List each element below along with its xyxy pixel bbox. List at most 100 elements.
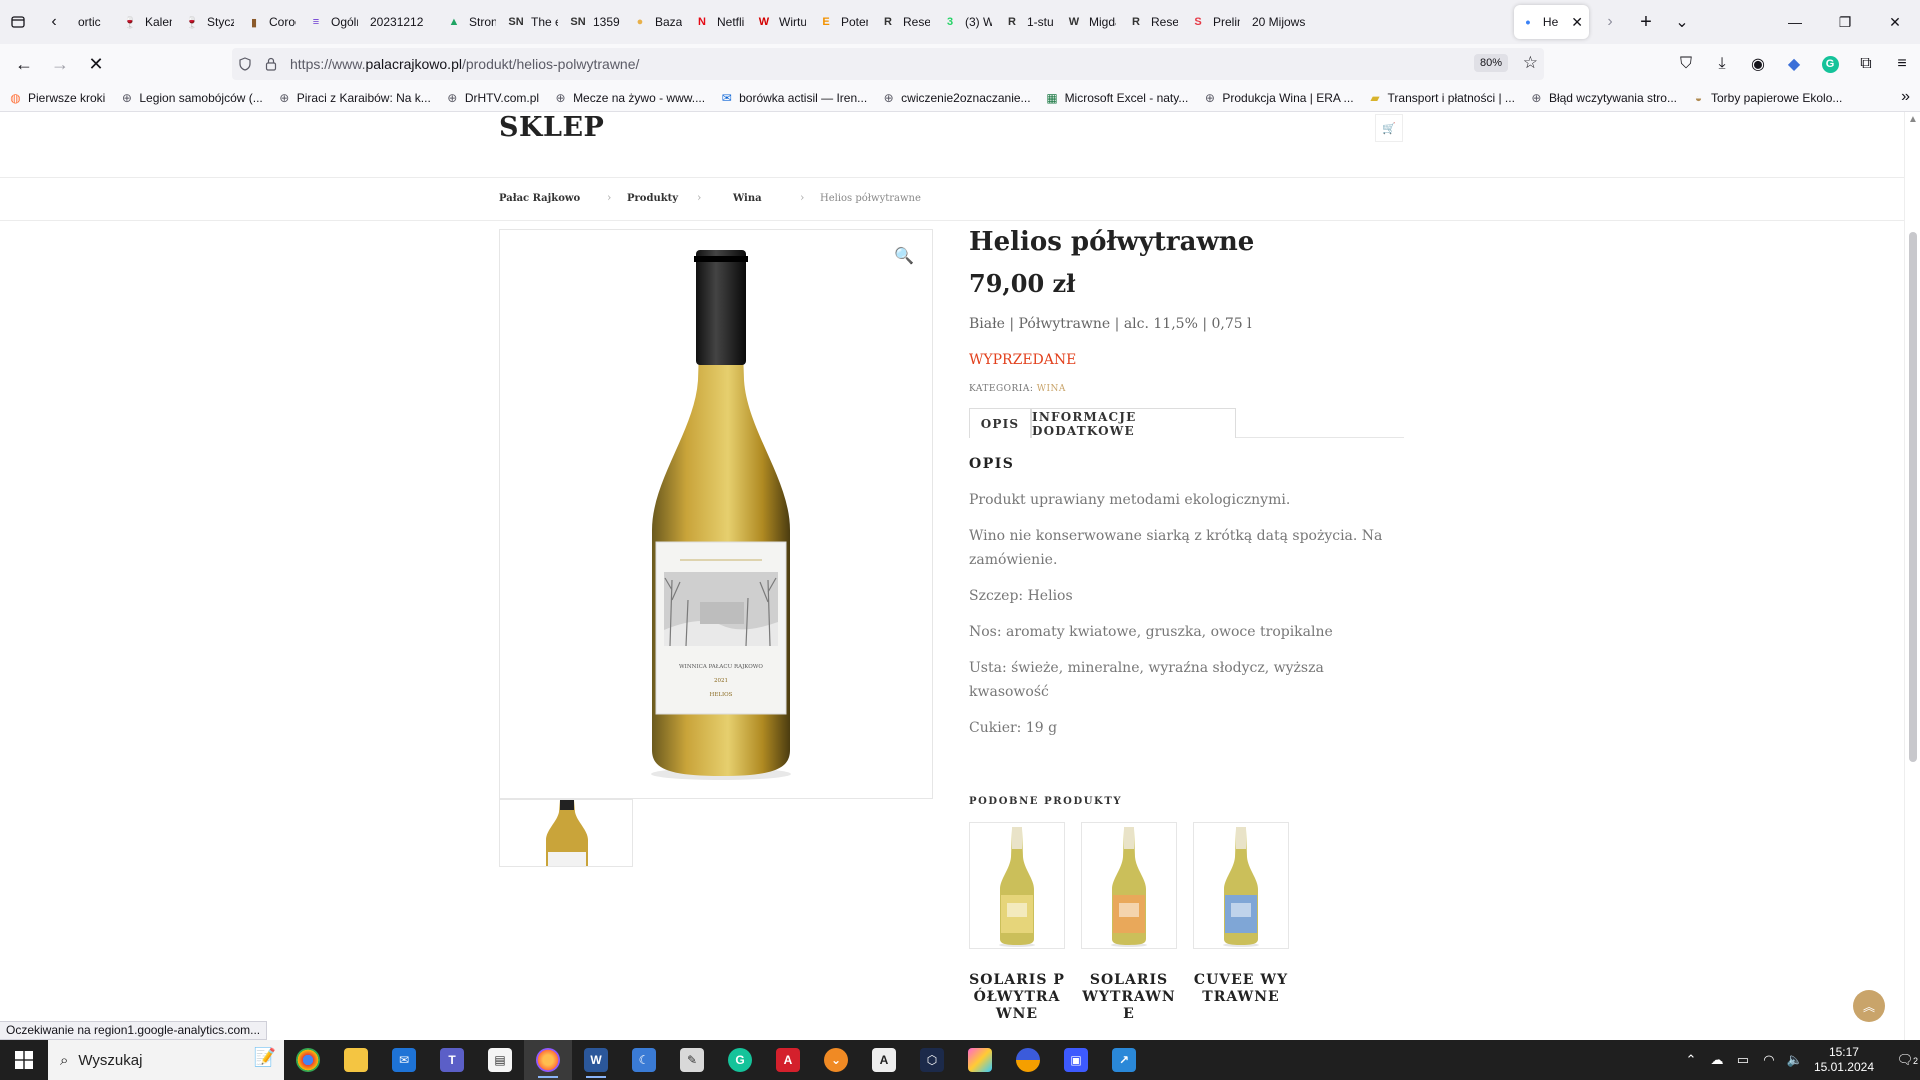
- tab-item[interactable]: N Netfli: [688, 5, 750, 39]
- account-icon[interactable]: ◉: [1740, 54, 1776, 74]
- bookmark-star-icon[interactable]: ☆: [1523, 53, 1538, 73]
- stop-loading-icon[interactable]: ✕: [78, 48, 114, 80]
- tab-item[interactable]: 🍷 Kalen: [116, 5, 178, 39]
- scroll-to-top-icon[interactable]: ︽: [1853, 990, 1885, 1022]
- tray-overflow-icon[interactable]: ⌃: [1678, 1052, 1704, 1068]
- extension-blue-icon[interactable]: ◆: [1776, 54, 1812, 74]
- extensions-icon[interactable]: ⧉: [1848, 55, 1884, 73]
- url-text[interactable]: https://www.palacrajkowo.pl/produkt/heli…: [290, 56, 639, 72]
- scroll-tabs-right-icon[interactable]: ›: [1592, 0, 1628, 44]
- shield-icon[interactable]: [232, 57, 258, 71]
- forward-icon[interactable]: →: [42, 48, 78, 80]
- tab-item[interactable]: SN 13593: [564, 5, 626, 39]
- tab-item[interactable]: 20 Mijows: [1246, 5, 1316, 39]
- tab-item[interactable]: E Poten: [812, 5, 874, 39]
- tab-item[interactable]: R 1-stud: [998, 5, 1060, 39]
- menu-icon[interactable]: ≡: [1884, 55, 1920, 73]
- bookmark-item[interactable]: ⊕ Mecze na żywo - www....: [553, 90, 706, 105]
- bookmark-item[interactable]: ▰ Transport i płatności | ...: [1368, 90, 1515, 105]
- taskbar-app-chart-icon[interactable]: ↗: [1100, 1040, 1148, 1080]
- taskbar-word-icon[interactable]: W: [572, 1040, 620, 1080]
- bookmark-item[interactable]: ⊕ cwiczenie2oznaczanie...: [881, 90, 1031, 105]
- tab-item[interactable]: R Resea: [874, 5, 936, 39]
- minimize-icon[interactable]: —: [1770, 0, 1820, 44]
- bookmarks-overflow-icon[interactable]: »: [1901, 88, 1910, 106]
- scroll-up-icon[interactable]: ▲: [1908, 114, 1918, 125]
- taskbar-app-icon[interactable]: ☾: [620, 1040, 668, 1080]
- display-icon[interactable]: ▭: [1730, 1052, 1756, 1068]
- taskbar-search[interactable]: ⌕ Wyszukaj 📝: [48, 1040, 284, 1080]
- taskbar-app-font-icon[interactable]: A: [860, 1040, 908, 1080]
- taskbar-notepad-icon[interactable]: ▤: [476, 1040, 524, 1080]
- scroll-tabs-left-icon[interactable]: ‹: [36, 0, 72, 44]
- tab-item[interactable]: ▮ Coroc: [240, 5, 302, 39]
- taskbar-teams-icon[interactable]: T: [428, 1040, 476, 1080]
- wifi-icon[interactable]: ◠: [1756, 1052, 1782, 1068]
- taskbar-grammarly-icon[interactable]: G: [716, 1040, 764, 1080]
- lock-icon[interactable]: [258, 57, 284, 71]
- bookmark-item[interactable]: ⊕ DrHTV.com.pl: [445, 90, 539, 105]
- bookmark-item[interactable]: ⊕ Produkcja Wina | ERA ...: [1202, 90, 1354, 105]
- taskbar-app-hex-icon[interactable]: ⬡: [908, 1040, 956, 1080]
- bookmark-item[interactable]: ▦ Microsoft Excel - naty...: [1045, 90, 1188, 105]
- close-tab-icon[interactable]: ✕: [1571, 14, 1583, 31]
- product-gallery[interactable]: 🔍 WINNICA PAŁACU RAJKOWO 2021 HELIOS: [499, 229, 933, 799]
- bookmark-item[interactable]: ◍ Pierwsze kroki: [8, 90, 105, 105]
- tab-item[interactable]: ≡ Ogóln: [302, 5, 364, 39]
- tab-list-icon[interactable]: [0, 0, 36, 44]
- category-link[interactable]: WINA: [1037, 384, 1066, 394]
- related-product-name[interactable]: SOLARIS WYTRAWNE: [1081, 972, 1177, 1023]
- breadcrumb-home[interactable]: Pałac Rajkowo: [499, 193, 580, 204]
- tab-additional-info[interactable]: INFORMACJE DODATKOWE: [1031, 408, 1236, 438]
- taskbar-chrome-icon[interactable]: [284, 1040, 332, 1080]
- clock[interactable]: 15:17 15.01.2024: [1814, 1045, 1874, 1075]
- scrollbar-thumb[interactable]: [1909, 232, 1917, 762]
- bookmark-item[interactable]: ⊕ Błąd wczytywania stro...: [1529, 90, 1677, 105]
- pocket-icon[interactable]: ⛉: [1668, 55, 1704, 73]
- tab-item[interactable]: 20231212: [364, 5, 440, 39]
- gallery-thumbnail[interactable]: [499, 799, 633, 867]
- taskbar-acrobat-icon[interactable]: A: [764, 1040, 812, 1080]
- volume-icon[interactable]: 🔈: [1782, 1052, 1808, 1068]
- taskbar-file-explorer-icon[interactable]: [332, 1040, 380, 1080]
- taskbar-app-orange-icon[interactable]: ⌄: [812, 1040, 860, 1080]
- back-icon[interactable]: ←: [6, 48, 42, 80]
- tab-item[interactable]: 3 (3) Wh: [936, 5, 998, 39]
- bookmark-item[interactable]: ⊕ Legion samobójców (...: [119, 90, 263, 105]
- tab-item[interactable]: ● Baza G: [626, 5, 688, 39]
- tab-item[interactable]: W Migda: [1060, 5, 1122, 39]
- restore-icon[interactable]: ❐: [1820, 0, 1870, 44]
- new-tab-icon[interactable]: +: [1628, 0, 1664, 44]
- taskbar-app-bowl-icon[interactable]: [1004, 1040, 1052, 1080]
- related-product-card[interactable]: [969, 822, 1065, 949]
- taskbar-firefox-icon[interactable]: [524, 1040, 572, 1080]
- tab-item[interactable]: W Wirtu: [750, 5, 812, 39]
- tab-description[interactable]: OPIS: [969, 408, 1031, 438]
- taskbar-mail-icon[interactable]: ✉: [380, 1040, 428, 1080]
- related-product-name[interactable]: SOLARIS PÓŁWYTRAWNE: [969, 972, 1065, 1023]
- related-product-card[interactable]: [1193, 822, 1289, 949]
- site-title[interactable]: SKLEP: [499, 112, 604, 143]
- taskbar-photos-icon[interactable]: [956, 1040, 1004, 1080]
- tab-item[interactable]: ▲ Strona: [440, 5, 502, 39]
- windows-start-icon[interactable]: [0, 1040, 48, 1080]
- tab-item[interactable]: ortic: [72, 5, 116, 39]
- zoom-indicator[interactable]: 80%: [1473, 54, 1508, 72]
- notification-icon[interactable]: 🗨 2: [1890, 1052, 1920, 1068]
- cart-icon[interactable]: 🛒: [1375, 114, 1403, 142]
- bookmark-item[interactable]: ◒ Torby papierowe Ekolo...: [1691, 90, 1843, 105]
- breadcrumb-products[interactable]: Produkty: [627, 193, 678, 204]
- bookmark-item[interactable]: ✉ borówka actisil — Iren...: [719, 90, 868, 105]
- tab-item[interactable]: R Resea: [1122, 5, 1184, 39]
- taskbar-save-icon[interactable]: ▣: [1052, 1040, 1100, 1080]
- downloads-icon[interactable]: ⤓: [1704, 55, 1740, 73]
- breadcrumb-wines[interactable]: Wina: [733, 193, 762, 204]
- grammarly-icon[interactable]: G: [1812, 55, 1848, 73]
- tab-item[interactable]: SN The ef: [502, 5, 564, 39]
- tab-active[interactable]: • He ✕: [1513, 5, 1589, 39]
- address-bar[interactable]: https://www.palacrajkowo.pl/produkt/heli…: [232, 48, 1544, 80]
- list-all-tabs-icon[interactable]: ⌄: [1664, 0, 1700, 44]
- onedrive-icon[interactable]: ☁: [1704, 1052, 1730, 1068]
- related-product-card[interactable]: [1081, 822, 1177, 949]
- close-window-icon[interactable]: ✕: [1870, 0, 1920, 44]
